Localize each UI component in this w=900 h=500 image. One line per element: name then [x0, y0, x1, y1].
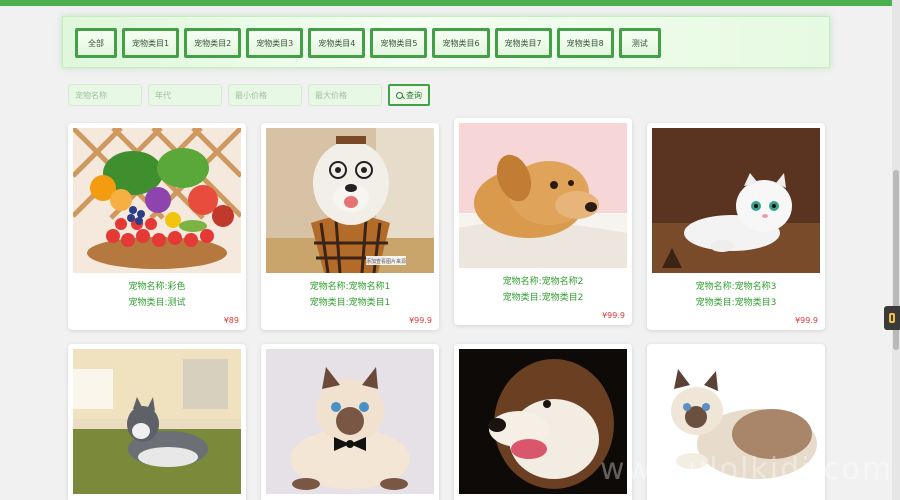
category-button-3[interactable]: 宠物类目3: [246, 28, 304, 58]
category-button-8[interactable]: 宠物类目8: [556, 28, 614, 58]
category-filter-panel: 全部 宠物类目1 宠物类目2 宠物类目3 宠物类目4 宠物类目5 宠物类目6 宠…: [62, 16, 830, 68]
age-input[interactable]: [148, 84, 222, 106]
pet-image-fruits: [73, 128, 241, 273]
search-bar: 查询: [68, 84, 430, 106]
category-button-6[interactable]: 宠物类目6: [432, 28, 490, 58]
top-accent-bar: [0, 0, 892, 6]
pet-card[interactable]: 宠物名称:彩色 宠物类目:测试 ¥89: [68, 123, 246, 330]
pet-card[interactable]: [68, 344, 246, 500]
pet-price: ¥99.9: [602, 311, 625, 320]
image-caption-text: 添加查看图片来源: [366, 258, 406, 265]
pet-card[interactable]: 宠物名称:宠物名称3 宠物类目:宠物类目3 ¥99.9: [647, 123, 825, 330]
category-button-1[interactable]: 宠物类目1: [122, 28, 180, 58]
watermark-text: www.ulolkidi.com: [600, 452, 894, 487]
category-button-all[interactable]: 全部: [75, 28, 117, 58]
pet-name-input[interactable]: [68, 84, 142, 106]
pet-price: ¥89: [223, 316, 239, 325]
pet-image-dog-suit: 添加查看图片来源: [266, 128, 434, 273]
pet-card[interactable]: 添加查看图片来源 宠物名称:宠物名称1 宠物类目:宠物类目1 ¥99.9: [261, 123, 439, 330]
category-button-7[interactable]: 宠物类目7: [494, 28, 552, 58]
pet-price: ¥99.9: [795, 316, 818, 325]
pet-price: ¥99.9: [409, 316, 432, 325]
max-price-input[interactable]: [308, 84, 382, 106]
pet-category: 宠物类目:宠物类目3: [695, 298, 777, 308]
search-button-label: 查询: [406, 90, 422, 100]
pet-category: 宠物类目:宠物类目1: [309, 298, 391, 308]
pet-card[interactable]: [261, 344, 439, 500]
page-scrollbar[interactable]: [892, 0, 900, 500]
pet-card[interactable]: 宠物名称:宠物名称2 宠物类目:宠物类目2 ¥99.9: [454, 118, 632, 325]
pet-category: 宠物类目:测试: [128, 298, 186, 308]
search-icon: [396, 91, 403, 99]
pet-image-siamese-bowtie: [266, 349, 434, 494]
pet-image-husky: [73, 349, 241, 494]
category-button-2[interactable]: 宠物类目2: [184, 28, 242, 58]
search-button[interactable]: 查询: [388, 84, 430, 106]
pet-name[interactable]: 宠物名称:宠物名称2: [459, 274, 627, 290]
pet-name[interactable]: 宠物名称:宠物名称3: [652, 279, 820, 295]
tool-icon: [889, 313, 895, 323]
category-button-5[interactable]: 宠物类目5: [370, 28, 428, 58]
category-list: 全部 宠物类目1 宠物类目2 宠物类目3 宠物类目4 宠物类目5 宠物类目6 宠…: [75, 28, 661, 58]
side-tool-widget[interactable]: [884, 306, 900, 330]
pet-name[interactable]: 宠物名称:宠物名称1: [266, 279, 434, 295]
pet-category: 宠物类目:宠物类目2: [502, 293, 584, 303]
pet-image-white-cat: [652, 128, 820, 273]
pet-name[interactable]: 宠物名称:彩色: [73, 279, 241, 295]
category-button-test[interactable]: 测试: [618, 28, 661, 58]
min-price-input[interactable]: [228, 84, 302, 106]
category-button-4[interactable]: 宠物类目4: [308, 28, 366, 58]
pet-image-golden-puppy: [459, 123, 627, 268]
